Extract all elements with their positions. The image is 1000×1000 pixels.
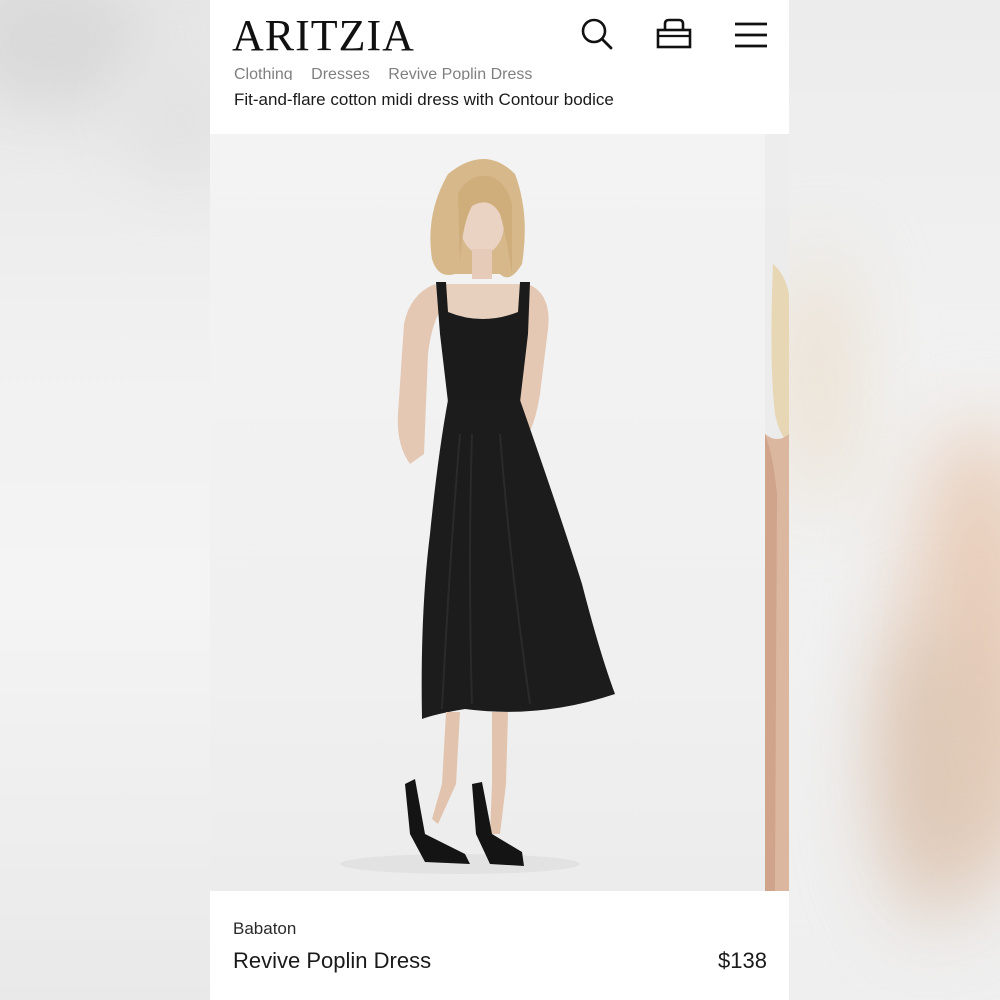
next-product-photo-peek[interactable] [765,134,789,891]
breadcrumb-item-clothing[interactable]: Clothing [234,66,293,80]
menu-icon[interactable] [731,14,771,54]
product-image-carousel[interactable] [210,134,789,891]
product-brand[interactable]: Babaton [233,919,296,939]
shopping-bag-icon[interactable] [654,14,694,54]
product-name: Revive Poplin Dress [233,948,432,973]
breadcrumb-item-current: Revive Poplin Dress [388,66,533,80]
breadcrumb: Clothing Dresses Revive Poplin Dress [234,62,546,80]
product-description: Fit-and-flare cotton midi dress with Con… [234,90,614,109]
product-photo[interactable] [210,134,765,891]
product-price: $138 [718,948,767,973]
left-backdrop [0,0,210,1000]
product-page: ARITZIA Clothing Dresses Revive Poplin D… [210,0,789,1000]
site-header: ARITZIA [210,0,789,70]
breadcrumb-item-dresses[interactable]: Dresses [311,66,370,80]
right-backdrop [789,0,1000,1000]
product-info: Babaton Revive Poplin Dress $138 [210,891,789,1000]
search-icon[interactable] [577,14,617,54]
aritzia-logo[interactable]: ARITZIA [232,10,415,62]
